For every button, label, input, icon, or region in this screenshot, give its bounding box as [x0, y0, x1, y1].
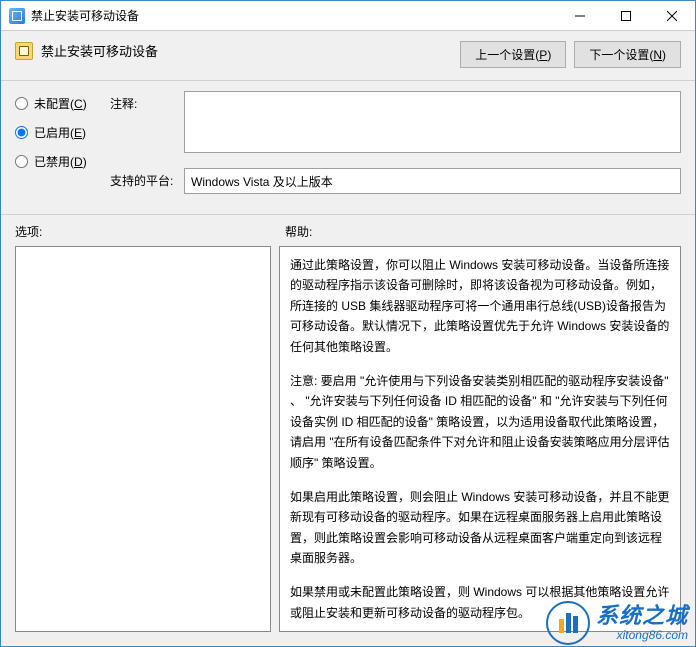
comment-label: 注释: [110, 91, 184, 158]
help-pane[interactable]: 通过此策略设置，你可以阻止 Windows 安装可移动设备。当设备所连接的驱动程… [279, 246, 681, 632]
help-paragraph: 如果禁用或未配置此策略设置，则 Windows 可以根据其他策略设置允许或阻止安… [290, 582, 670, 623]
fields: 注释: 支持的平台: Windows Vista 及以上版本 [110, 91, 681, 204]
state-radio-group: 未配置(C) 已启用(E) 已禁用(D) [15, 91, 110, 204]
previous-setting-button[interactable]: 上一个设置(P) [460, 41, 566, 68]
window-title: 禁止安装可移动设备 [31, 7, 557, 24]
next-setting-button[interactable]: 下一个设置(N) [574, 41, 681, 68]
help-paragraph: 注意: 要启用 "允许使用与下列设备安装类别相匹配的驱动程序安装设备" 、 "允… [290, 371, 670, 473]
radio-disabled-input[interactable] [15, 155, 28, 168]
supported-platform-field: Windows Vista 及以上版本 [184, 168, 681, 194]
policy-editor-window: 禁止安装可移动设备 禁止安装可移动设备 上一个设置(P) 下一个设置(N) [0, 0, 696, 647]
platform-row: 支持的平台: Windows Vista 及以上版本 [110, 168, 681, 194]
app-icon [9, 8, 25, 24]
radio-enabled-input[interactable] [15, 126, 28, 139]
options-pane[interactable] [15, 246, 271, 632]
comment-row: 注释: [110, 91, 681, 158]
comment-input[interactable] [184, 91, 681, 153]
nav-buttons: 上一个设置(P) 下一个设置(N) [460, 41, 681, 68]
help-header-label: 帮助: [285, 223, 312, 240]
window-controls [557, 1, 695, 30]
options-header-label: 选项: [15, 223, 285, 240]
platform-label: 支持的平台: [110, 168, 184, 194]
radio-not-configured-input[interactable] [15, 97, 28, 110]
help-paragraph: 通过此策略设置，你可以阻止 Windows 安装可移动设备。当设备所连接的驱动程… [290, 255, 670, 357]
policy-title: 禁止安装可移动设备 [41, 41, 460, 60]
policy-header: 禁止安装可移动设备 上一个设置(P) 下一个设置(N) [1, 31, 695, 81]
help-paragraph: 如果启用此策略设置，则会阻止 Windows 安装可移动设备，并且不能更新现有可… [290, 487, 670, 569]
close-button[interactable] [649, 1, 695, 30]
radio-not-configured[interactable]: 未配置(C) [15, 95, 110, 112]
config-area: 未配置(C) 已启用(E) 已禁用(D) 注释: 支持的平台: Wind [1, 81, 695, 215]
panes-header: 选项: 帮助: [1, 215, 695, 246]
radio-disabled[interactable]: 已禁用(D) [15, 153, 110, 170]
panes: 通过此策略设置，你可以阻止 Windows 安装可移动设备。当设备所连接的驱动程… [1, 246, 695, 646]
policy-icon [15, 42, 33, 60]
maximize-button[interactable] [603, 1, 649, 30]
titlebar: 禁止安装可移动设备 [1, 1, 695, 31]
radio-enabled[interactable]: 已启用(E) [15, 124, 110, 141]
minimize-button[interactable] [557, 1, 603, 30]
